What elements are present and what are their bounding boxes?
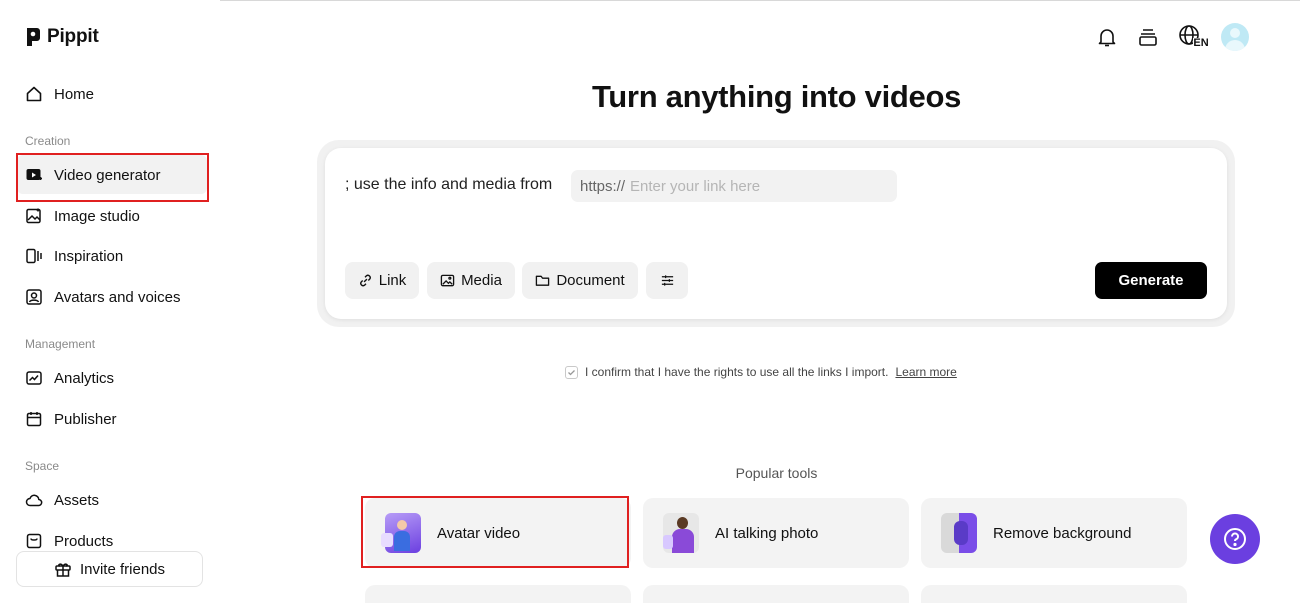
product-box-icon — [26, 533, 42, 549]
generate-button[interactable]: Generate — [1095, 262, 1207, 299]
link-chip-label: Link — [378, 272, 407, 289]
confirm-checkbox[interactable] — [565, 365, 578, 379]
language-button[interactable]: EN — [1177, 24, 1211, 50]
sliders-icon — [661, 275, 673, 286]
section-label-management: Management — [25, 337, 96, 351]
check-icon — [568, 369, 575, 375]
invite-label: Invite friends — [79, 560, 166, 578]
avatar-voice-icon — [26, 289, 42, 305]
sidebar-item-label: Analytics — [54, 369, 115, 387]
tool-label: AI talking photo — [715, 524, 819, 542]
settings-chip-button[interactable] — [646, 262, 688, 299]
sidebar-item-assets[interactable]: Assets — [25, 489, 99, 511]
learn-more-link[interactable]: Learn more — [895, 365, 956, 379]
page-title: Turn anything into videos — [591, 79, 962, 114]
sidebar-item-publisher[interactable]: Publisher — [25, 408, 117, 430]
sidebar-item-label: Image studio — [54, 207, 140, 225]
user-avatar[interactable] — [1221, 23, 1249, 51]
sidebar-item-label: Inspiration — [54, 247, 124, 265]
sidebar-item-avatars-voices[interactable]: Avatars and voices — [25, 286, 180, 308]
link-placeholder: Enter your link here — [630, 177, 761, 195]
image-studio-icon — [26, 208, 41, 224]
link-chip-button[interactable]: Link — [345, 262, 419, 299]
tool-card-row2[interactable] — [365, 585, 631, 603]
help-button[interactable] — [1210, 514, 1260, 564]
media-chip-button[interactable]: Media — [427, 262, 515, 299]
popular-tools-heading: Popular tools — [735, 465, 818, 481]
sidebar-item-label: Products — [54, 532, 114, 550]
highlight-box-avatar-video — [361, 496, 629, 568]
sidebar-item-label: Avatars and voices — [54, 288, 181, 306]
gift-icon — [55, 563, 71, 577]
bell-icon — [1098, 29, 1116, 47]
notification-button[interactable] — [1095, 24, 1119, 50]
highlight-box-video-generator — [16, 153, 209, 202]
link-icon — [359, 274, 371, 287]
link-input-field[interactable]: https:// Enter your link here — [571, 170, 897, 202]
analytics-icon — [26, 371, 42, 385]
question-icon — [1224, 528, 1246, 550]
talking-photo-thumbnail — [663, 513, 699, 553]
prompt-text[interactable]: ; use the info and media from — [345, 176, 552, 194]
sidebar-item-products[interactable]: Products — [25, 530, 113, 552]
tool-label: Remove background — [993, 524, 1132, 542]
app-name: Pippit — [47, 26, 99, 47]
tool-card-row2[interactable] — [643, 585, 909, 603]
layers-button[interactable] — [1136, 24, 1160, 50]
document-chip-label: Document — [556, 272, 625, 289]
remove-bg-thumbnail — [941, 513, 977, 553]
inspiration-icon — [26, 248, 42, 264]
invite-friends-button[interactable]: Invite friends — [16, 551, 203, 587]
tool-card-row2[interactable] — [921, 585, 1187, 603]
sidebar-item-label: Publisher — [54, 410, 117, 428]
language-code: EN — [1193, 36, 1209, 49]
app-logo[interactable]: Pippit — [25, 26, 99, 48]
section-label-creation: Creation — [25, 134, 71, 148]
sidebar-item-label: Assets — [54, 491, 100, 509]
calendar-icon — [26, 412, 42, 427]
sidebar-item-analytics[interactable]: Analytics — [25, 367, 114, 389]
media-chip-label: Media — [461, 272, 502, 289]
folder-icon — [536, 275, 550, 286]
tool-ai-talking-photo[interactable]: AI talking photo — [643, 498, 909, 568]
cloud-icon — [25, 494, 43, 507]
header-actions: EN — [1095, 24, 1211, 50]
tool-remove-background[interactable]: Remove background — [921, 498, 1187, 568]
sidebar-item-inspiration[interactable]: Inspiration — [25, 245, 123, 267]
document-chip-button[interactable]: Document — [522, 262, 638, 299]
image-icon — [440, 274, 455, 287]
rights-confirmation: I confirm that I have the rights to use … — [565, 365, 957, 379]
link-protocol: https:// — [580, 177, 626, 195]
layers-icon — [1139, 29, 1157, 46]
confirm-text: I confirm that I have the rights to use … — [585, 365, 889, 379]
pippit-logo-icon — [27, 28, 40, 46]
sidebar-item-image-studio[interactable]: Image studio — [25, 205, 140, 227]
